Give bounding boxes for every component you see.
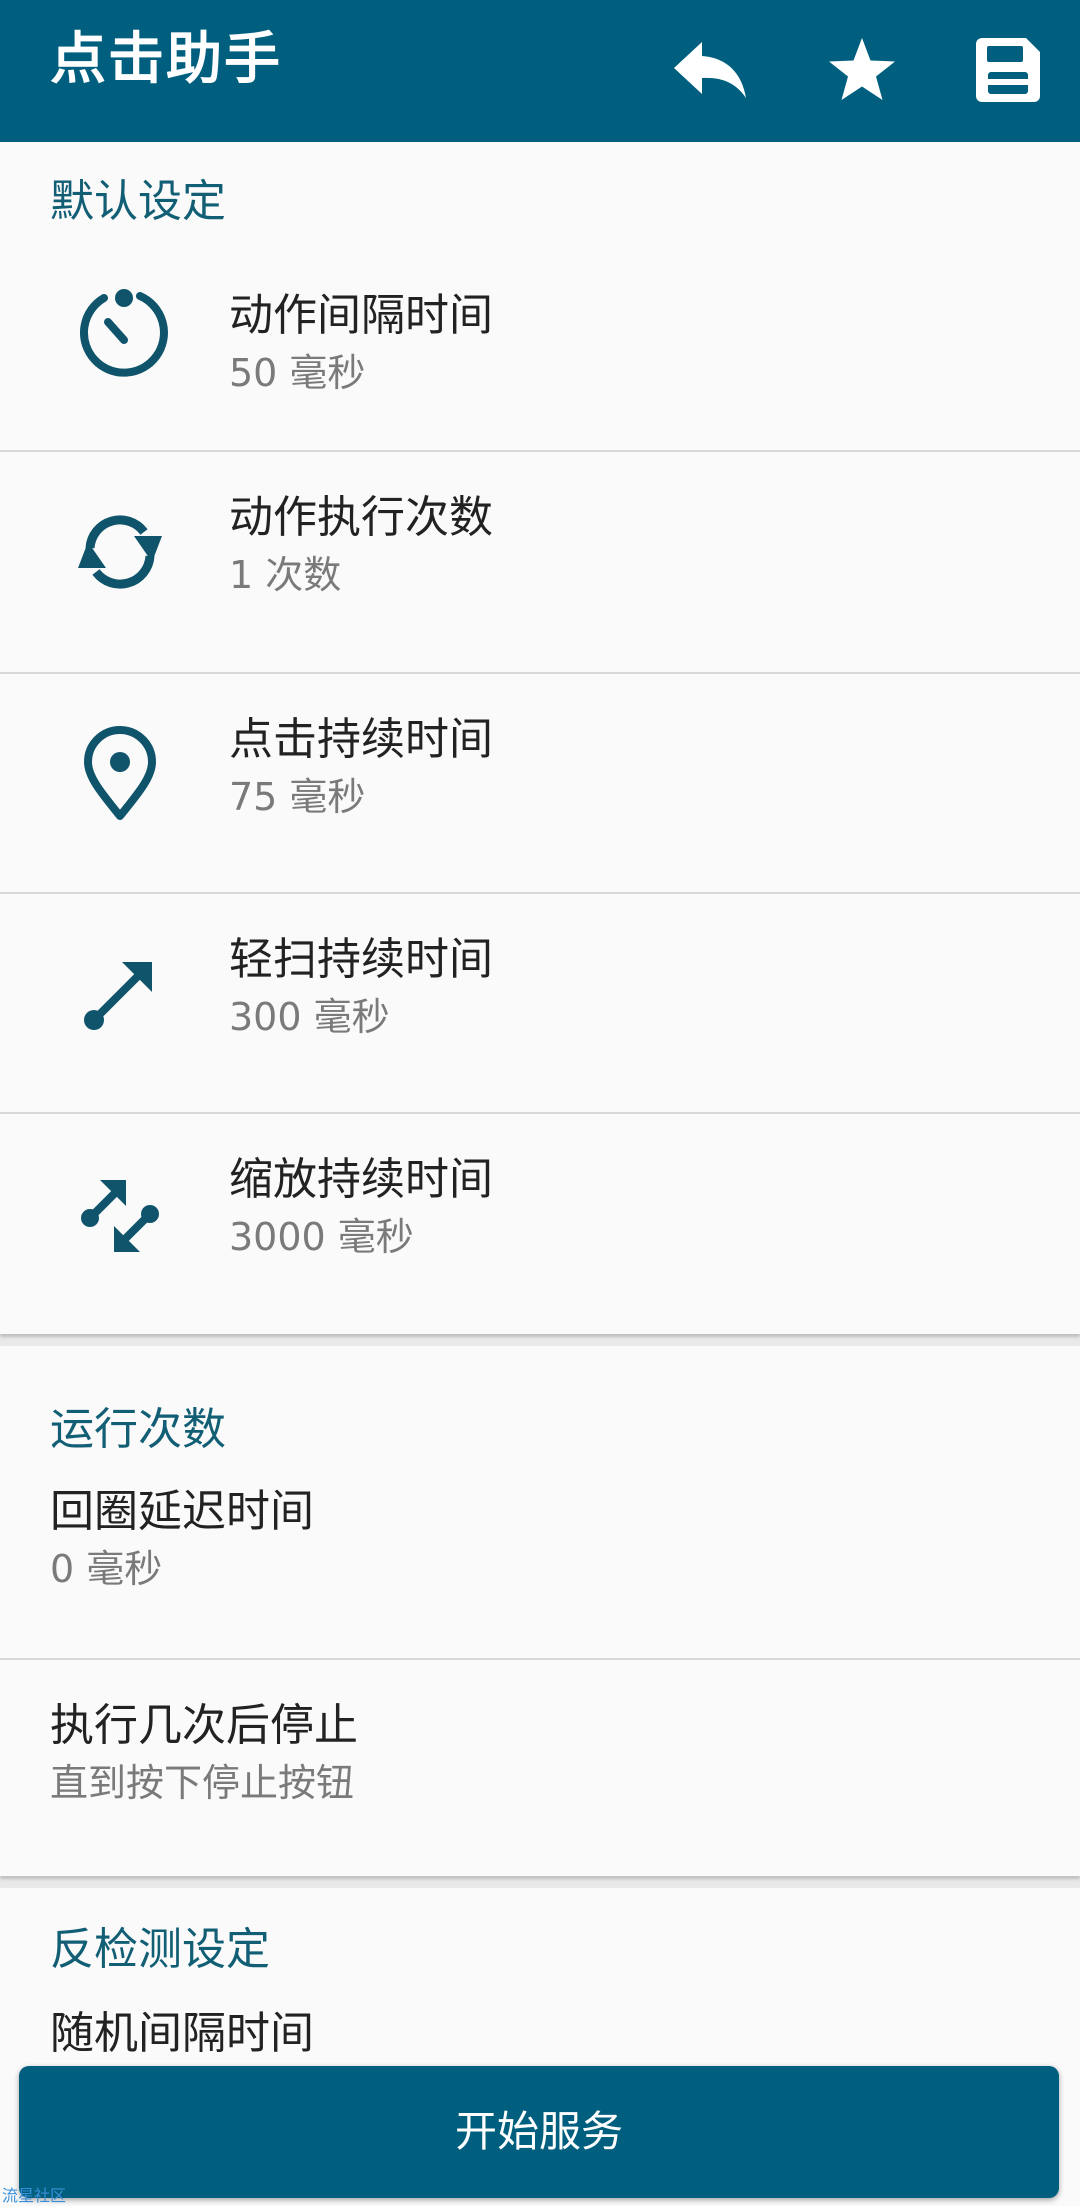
location-pin-icon (70, 724, 170, 824)
watermark: 流星社区 (2, 2186, 67, 2205)
pref-stop-after[interactable]: 执行几次后停止 直到按下停止按钮 (0, 1660, 1080, 1876)
default-settings-card: 默认设定 动作间隔时间 50 毫秒 动作执行次数 1 次数 点击持续时间 75 … (0, 142, 1080, 1334)
pref-tap-duration[interactable]: 点击持续时间 75 毫秒 (0, 674, 1080, 892)
pref-title: 随机间隔时间 (50, 2008, 314, 2059)
repeat-icon (70, 502, 170, 602)
pref-summary: 0 毫秒 (50, 1547, 163, 1591)
pinch-zoom-icon (70, 1166, 170, 1266)
pref-title: 动作执行次数 (229, 492, 493, 543)
reply-icon (674, 42, 746, 98)
app-bar: 点击助手 (0, 0, 1080, 142)
pref-action-repeat[interactable]: 动作执行次数 1 次数 (0, 452, 1080, 672)
start-service-button[interactable]: 开始服务 (19, 2066, 1059, 2198)
section-title-run-count: 运行次数 (50, 1404, 226, 1455)
pref-summary: 3000 毫秒 (229, 1215, 414, 1259)
favorite-button[interactable] (812, 20, 912, 120)
section-title-default: 默认设定 (50, 176, 226, 227)
pref-title: 动作间隔时间 (229, 290, 493, 341)
save-button[interactable] (958, 20, 1058, 120)
pref-summary: 1 次数 (229, 553, 342, 597)
settings-list[interactable]: 默认设定 动作间隔时间 50 毫秒 动作执行次数 1 次数 点击持续时间 75 … (0, 142, 1080, 2206)
pref-summary: 50 毫秒 (229, 351, 366, 395)
pref-loop-delay[interactable]: 回圈延迟时间 0 毫秒 (0, 1476, 1080, 1652)
pref-summary: 直到按下停止按钮 (50, 1761, 355, 1805)
star-icon (829, 38, 895, 100)
run-count-card: 运行次数 回圈延迟时间 0 毫秒 执行几次后停止 直到按下停止按钮 (0, 1346, 1080, 1876)
pref-title: 点击持续时间 (229, 714, 493, 765)
pref-title: 缩放持续时间 (229, 1154, 493, 1205)
undo-button[interactable] (660, 20, 760, 120)
swipe-arrow-icon (70, 944, 170, 1044)
pref-action-interval[interactable]: 动作间隔时间 50 毫秒 (0, 240, 1080, 420)
pref-zoom-duration[interactable]: 缩放持续时间 3000 毫秒 (0, 1114, 1080, 1334)
section-title-anti-detection: 反检测设定 (50, 1924, 270, 1975)
pref-summary: 75 毫秒 (229, 775, 366, 819)
pref-swipe-duration[interactable]: 轻扫持续时间 300 毫秒 (0, 894, 1080, 1112)
pref-title: 回圈延迟时间 (50, 1486, 314, 1537)
pref-summary: 300 毫秒 (229, 995, 390, 1039)
save-icon (976, 38, 1040, 102)
app-title: 点击助手 (50, 27, 282, 92)
pref-title: 执行几次后停止 (50, 1700, 358, 1751)
pref-title: 轻扫持续时间 (229, 934, 493, 985)
timer-icon (70, 280, 170, 380)
